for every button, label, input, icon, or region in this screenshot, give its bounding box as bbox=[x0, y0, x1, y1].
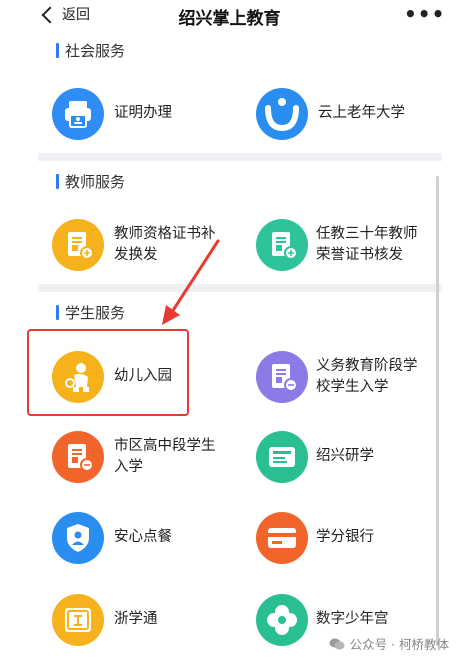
card-icon bbox=[256, 512, 308, 564]
id-card-icon bbox=[256, 431, 308, 483]
service-safe-meal[interactable]: 安心点餐 bbox=[52, 512, 202, 564]
scrollbar[interactable] bbox=[436, 176, 439, 646]
service-label: 学分银行 bbox=[316, 529, 374, 545]
service-zhexuetong[interactable]: 浙学通 bbox=[52, 594, 202, 646]
more-button[interactable]: ••• bbox=[404, 2, 445, 26]
watermark: 公众号 · 柯桥教体 bbox=[329, 634, 449, 653]
service-label: 市区高中段学生入学 bbox=[114, 438, 216, 475]
certificate-icon bbox=[52, 431, 104, 483]
service-label: 云上老年大学 bbox=[318, 105, 405, 121]
certificate-icon bbox=[256, 351, 308, 403]
section-title-student: 学生服务 bbox=[65, 304, 126, 322]
section-title-social: 社会服务 bbox=[65, 42, 126, 60]
service-thirty-years-cert[interactable]: 任教三十年教师荣誉证书核发 bbox=[256, 219, 431, 271]
flower-icon bbox=[256, 594, 308, 646]
smile-icon bbox=[256, 88, 308, 140]
annotation-arrow-icon bbox=[162, 239, 220, 325]
wechat-icon bbox=[329, 638, 345, 649]
section-marker bbox=[56, 43, 59, 58]
shield-icon bbox=[52, 512, 104, 564]
highlight-box bbox=[27, 329, 189, 416]
service-label: 任教三十年教师荣誉证书核发 bbox=[316, 226, 418, 263]
watermark-text: 公众号 · 柯桥教体 bbox=[349, 637, 449, 652]
page-title: 绍兴掌上教育 bbox=[178, 9, 281, 29]
service-label: 安心点餐 bbox=[114, 529, 172, 545]
service-elder-university[interactable]: 云上老年大学 bbox=[256, 88, 426, 140]
certificate-icon bbox=[256, 219, 308, 271]
service-study-tour[interactable]: 绍兴研学 bbox=[256, 431, 406, 483]
book-icon bbox=[52, 594, 104, 646]
service-label: 证明办理 bbox=[114, 105, 172, 121]
service-label: 义务教育阶段学校学生入学 bbox=[316, 358, 418, 395]
printer-icon bbox=[52, 88, 104, 140]
section-divider bbox=[38, 153, 442, 161]
certificate-icon bbox=[52, 219, 104, 271]
service-label: 数字少年宫 bbox=[316, 611, 389, 627]
service-proof[interactable]: 证明办理 bbox=[52, 88, 222, 140]
section-title-teacher: 教师服务 bbox=[65, 173, 126, 191]
nav-bar: 返回 绍兴掌上教育 ••• bbox=[0, 0, 459, 34]
service-label: 绍兴研学 bbox=[316, 448, 374, 464]
section-marker bbox=[56, 305, 59, 320]
service-compulsory-enrollment[interactable]: 义务教育阶段学校学生入学 bbox=[256, 351, 431, 403]
service-credit-bank[interactable]: 学分银行 bbox=[256, 512, 406, 564]
service-label: 浙学通 bbox=[114, 611, 158, 627]
service-highschool-enrollment[interactable]: 市区高中段学生入学 bbox=[52, 431, 227, 483]
section-marker bbox=[56, 174, 59, 189]
section-divider bbox=[38, 284, 442, 292]
